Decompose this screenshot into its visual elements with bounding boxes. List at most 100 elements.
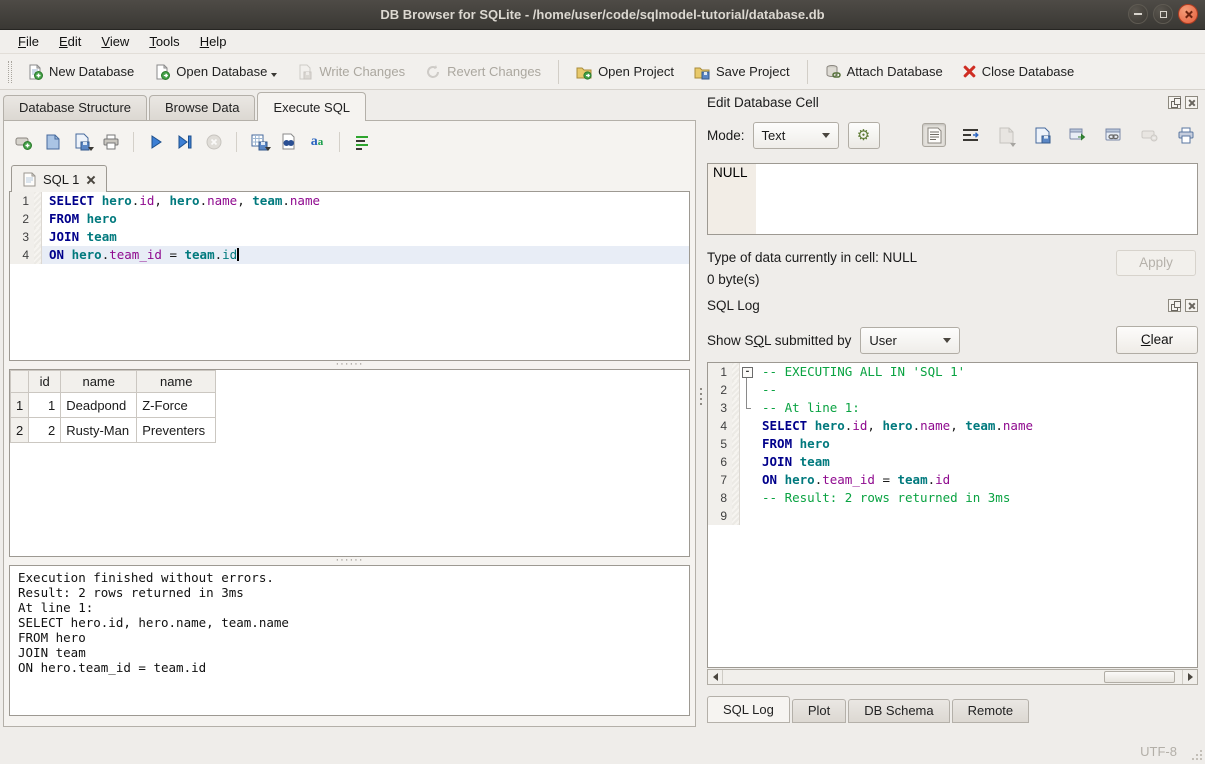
column-header[interactable]: name [61,371,137,393]
filter-label: Show SQL submitted by [707,333,851,348]
open-project-button[interactable]: Open Project [566,59,684,85]
link-cell-icon[interactable] [1102,123,1126,147]
export-cell-icon[interactable] [1030,123,1054,147]
table-row: 11DeadpondZ-Force [11,393,216,418]
float-panel-icon[interactable] [1168,299,1181,312]
edit-cell-header: Edit Database Cell [707,92,1198,113]
log-line: ON hero.team_id = team.id [18,660,681,675]
menu-help[interactable]: Help [190,31,237,52]
menu-edit[interactable]: Edit [49,31,91,52]
tab-execute-sql[interactable]: Execute SQL [257,92,366,121]
tab-browse-data[interactable]: Browse Data [149,95,255,120]
word-wrap-icon[interactable] [350,130,374,154]
export-results-icon[interactable] [247,130,271,154]
minimize-icon[interactable] [1128,4,1148,24]
execute-all-icon[interactable] [144,130,168,154]
menu-tools[interactable]: Tools [139,31,189,52]
clear-button[interactable]: Clear [1116,326,1198,354]
attach-database-button[interactable]: Attach Database [815,59,953,85]
scrollbar-thumb[interactable] [1104,671,1175,683]
cell-value-display: NULL [708,164,756,234]
cell[interactable]: Rusty-Man [61,418,137,443]
window-controls [1128,4,1198,24]
tab-database-structure[interactable]: Database Structure [3,95,147,120]
set-null-icon [1138,123,1162,147]
open-external-icon[interactable] [1066,123,1090,147]
apply-mode-icon[interactable]: ⚙ [848,122,880,149]
window-title: DB Browser for SQLite - /home/user/code/… [0,7,1205,22]
float-panel-icon[interactable] [1168,96,1181,109]
toolbar-handle[interactable] [8,61,12,83]
cell[interactable]: Z-Force [137,393,216,418]
cell-value-editor[interactable]: NULL [707,163,1198,235]
log-line: SELECT hero.id, hero.name, team.name [18,615,681,630]
new-database-button[interactable]: New Database [17,59,144,85]
write-changes-icon [297,64,313,80]
save-sql-file-icon[interactable] [70,130,94,154]
close-panel-icon[interactable] [1185,299,1198,312]
print-icon[interactable] [99,130,123,154]
tab-remote[interactable]: Remote [952,699,1030,723]
open-database-button[interactable]: Open Database [144,59,287,85]
close-tab-icon[interactable] [86,175,95,184]
sql-doc-tab[interactable]: SQL 1 [11,165,107,192]
row-header[interactable]: 1 [11,393,29,418]
cell[interactable]: 1 [29,393,61,418]
close-database-button[interactable]: Close Database [953,59,1085,84]
app-window: DB Browser for SQLite - /home/user/code/… [0,0,1205,764]
tab-db-schema[interactable]: DB Schema [848,699,949,723]
log-line: Result: 2 rows returned in 3ms [18,585,681,600]
results-grid: idnamename11DeadpondZ-Force22Rusty-ManPr… [9,369,690,557]
code-line: 4ON hero.team_id = team.id [10,246,689,264]
encoding-indicator: UTF-8 [1140,744,1177,759]
sql-editor[interactable]: 1SELECT hero.id, hero.name, team.name2FR… [9,191,690,361]
format-sql-icon[interactable]: aa [305,130,329,154]
sql-editor-toolbar: aa [9,127,690,157]
menu-file[interactable]: File [8,31,49,52]
cell-type-text: Type of data currently in cell: NULL [707,247,917,269]
open-database-dropdown-icon[interactable] [271,73,277,77]
cell[interactable]: 2 [29,418,61,443]
open-new-tab-icon[interactable] [12,130,36,154]
table-corner [11,371,29,393]
vertical-splitter[interactable] [697,90,705,738]
resize-grip-icon[interactable] [1190,748,1202,760]
column-header[interactable]: name [137,371,216,393]
maximize-icon[interactable] [1153,4,1173,24]
main-tab-bar: Database Structure Browse Data Execute S… [3,90,697,120]
code-line: 9 [708,507,1197,525]
fold-marker-icon[interactable] [740,363,755,381]
write-changes-button: Write Changes [287,59,415,85]
submitter-select[interactable]: User [860,327,960,354]
splitter-handle[interactable] [9,557,690,565]
row-header[interactable]: 2 [11,418,29,443]
close-panel-icon[interactable] [1185,96,1198,109]
scroll-right-icon[interactable] [1182,670,1197,684]
column-header[interactable]: id [29,371,61,393]
bottom-tab-bar: SQL Log Plot DB Schema Remote [707,695,1198,723]
tab-plot[interactable]: Plot [792,699,846,723]
scroll-left-icon[interactable] [708,670,723,684]
sql-log-content[interactable]: 1-- EXECUTING ALL IN 'SQL 1'2--3-- At li… [707,362,1198,668]
save-project-button[interactable]: Save Project [684,59,800,85]
mode-select[interactable]: Text [753,122,839,149]
find-icon[interactable] [276,130,300,154]
tab-sql-log[interactable]: SQL Log [707,696,790,723]
statusbar: UTF-8 [0,738,1205,764]
print-cell-icon[interactable] [1174,123,1198,147]
titlebar: DB Browser for SQLite - /home/user/code/… [0,0,1205,30]
cell[interactable]: Preventers [137,418,216,443]
open-sql-file-icon[interactable] [41,130,65,154]
sql-doc-tab-bar: SQL 1 [9,163,690,191]
splitter-handle[interactable] [9,361,690,369]
sql-log-filter-row: Show SQL submitted by User Clear [707,325,1198,355]
close-icon[interactable] [1178,4,1198,24]
execute-line-icon[interactable] [173,130,197,154]
main-toolbar: New Database Open Database Write Changes… [0,54,1205,90]
cell[interactable]: Deadpond [61,393,137,418]
text-mode-icon[interactable] [922,123,946,147]
menu-view[interactable]: View [91,31,139,52]
horizontal-scrollbar[interactable] [707,669,1198,685]
log-line: JOIN team [18,645,681,660]
word-wrap-cell-icon[interactable] [958,123,982,147]
